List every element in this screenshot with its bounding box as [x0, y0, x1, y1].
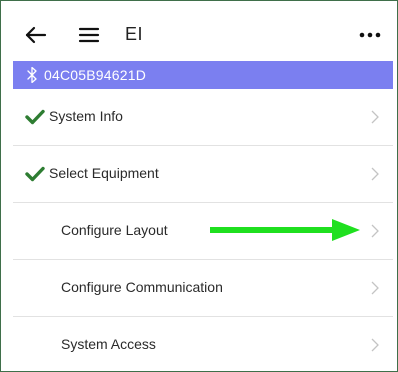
menu-item-label: System Access — [61, 336, 156, 352]
menu-item-configure-layout[interactable]: Configure Layout — [13, 203, 393, 260]
bluetooth-icon — [27, 67, 37, 83]
menu-item-configure-communication[interactable]: Configure Communication — [13, 260, 393, 317]
menu-item-label: System Info — [49, 108, 123, 124]
chevron-right-icon — [371, 110, 379, 124]
settings-menu-list: System Info Select Equipment Configure L… — [13, 89, 393, 371]
hamburger-menu-icon[interactable] — [77, 23, 101, 47]
chevron-right-icon — [371, 281, 379, 295]
checkmark-icon — [25, 109, 45, 125]
menu-item-select-equipment[interactable]: Select Equipment — [13, 146, 393, 203]
menu-item-label: Configure Layout — [61, 222, 168, 238]
menu-item-system-info[interactable]: System Info — [13, 89, 393, 146]
menu-item-label: Select Equipment — [49, 165, 159, 181]
connected-device-bar: 04C05B94621D — [13, 61, 393, 89]
app-frame: EI 04C05B94621D System Info Select Equip… — [0, 0, 398, 372]
chevron-right-icon — [371, 338, 379, 352]
menu-item-label: Configure Communication — [61, 279, 223, 295]
chevron-right-icon — [371, 224, 379, 238]
page-title: EI — [125, 24, 144, 44]
app-header: EI — [13, 15, 393, 57]
chevron-right-icon — [371, 167, 379, 181]
back-arrow-icon[interactable] — [23, 22, 49, 48]
menu-item-system-access[interactable]: System Access — [13, 317, 393, 371]
device-id: 04C05B94621D — [44, 67, 147, 83]
checkmark-icon — [25, 166, 45, 182]
highlight-arrow-icon — [210, 219, 360, 241]
more-options-icon[interactable] — [357, 23, 383, 47]
